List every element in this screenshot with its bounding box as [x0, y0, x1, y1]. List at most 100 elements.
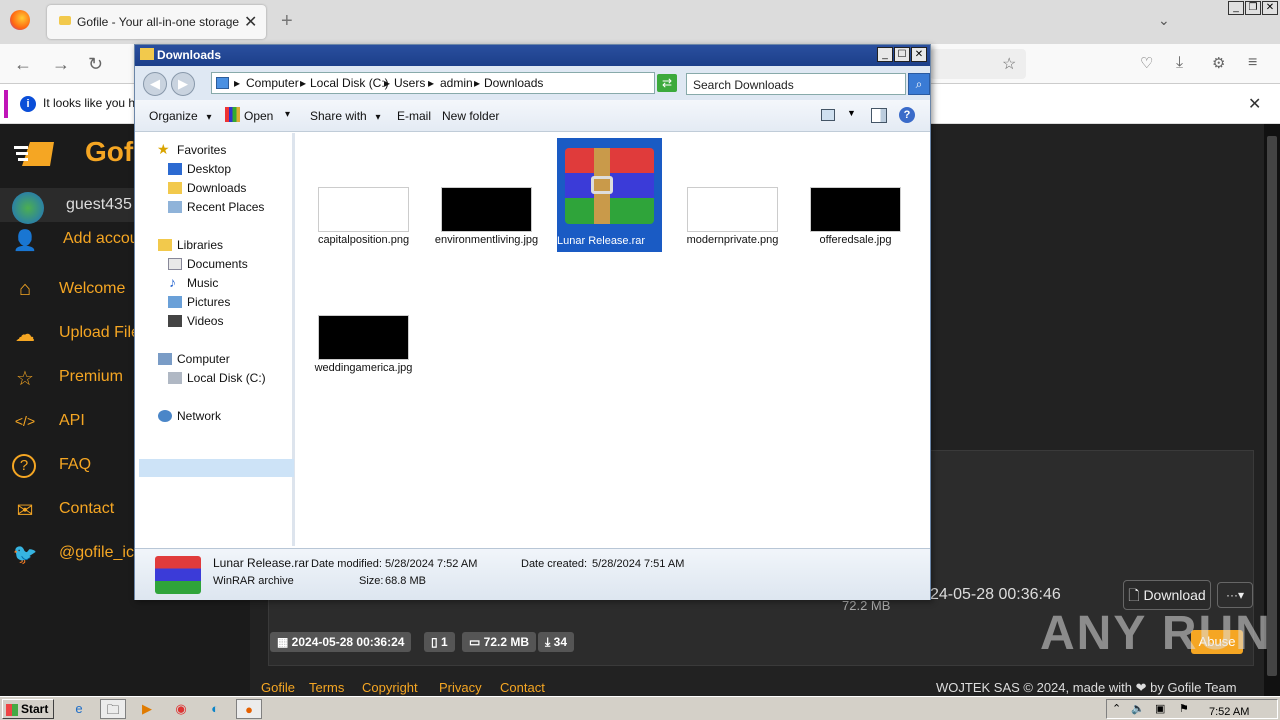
view-dropdown-icon[interactable]: ▼ — [847, 108, 856, 118]
explorer-window: Downloads _ ☐ ✕ ◀ ▶ ▸ Computer ▸ Local D… — [134, 44, 931, 600]
open-button[interactable]: Open — [244, 109, 273, 123]
breadcrumb-separator[interactable]: ▸ — [384, 76, 390, 90]
username: guest435 — [66, 196, 132, 213]
desktop-icon — [168, 163, 182, 175]
open-dropdown-icon[interactable]: ▾ — [285, 109, 290, 120]
command-bar: Organize Open ▾ Share with E-mail New fo… — [135, 100, 930, 132]
folder-icon — [59, 16, 71, 25]
downloads-icon[interactable]: ⤓ — [1176, 54, 1183, 72]
recent-places-icon — [168, 201, 182, 213]
nav-desktop[interactable]: Desktop — [187, 162, 231, 176]
breadcrumb-separator[interactable]: ▸ — [474, 76, 480, 90]
help-icon[interactable]: ? — [899, 107, 915, 123]
maximize-icon[interactable]: ☐ — [894, 47, 910, 62]
breadcrumb-admin[interactable]: admin — [440, 76, 473, 90]
reload-icon[interactable]: ↻ — [88, 54, 103, 75]
breadcrumb-computer[interactable]: Computer — [246, 76, 299, 90]
nav-music[interactable]: Music — [187, 276, 218, 290]
tray-expand-icon[interactable]: ⌃ — [1112, 702, 1121, 715]
forward-button[interactable]: ▶ — [171, 72, 195, 96]
files-count: 1 — [440, 635, 448, 649]
file-name: weddingamerica.jpg — [314, 362, 413, 374]
address-bar[interactable]: ▸ Computer ▸ Local Disk (C:) ▸ Users ▸ a… — [211, 72, 723, 94]
nav-favorites[interactable]: Favorites — [177, 143, 226, 157]
close-icon[interactable]: ✕ — [1262, 1, 1278, 15]
gofile-brand[interactable]: Gofi — [85, 136, 141, 168]
clock[interactable]: 7:52 AM — [1209, 706, 1249, 718]
breadcrumb-users[interactable]: Users — [394, 76, 425, 90]
browser-tab-gofile[interactable]: Gofile - Your all-in-one storage solu ✕ — [47, 5, 266, 39]
footer-link-contact[interactable]: Contact — [500, 680, 545, 695]
media-player-icon[interactable]: ▶ — [134, 699, 160, 719]
footer-link-terms[interactable]: Terms — [309, 680, 344, 695]
file-item[interactable]: offeredsale.jpg — [803, 187, 908, 246]
nav-downloads[interactable]: Downloads — [187, 181, 246, 195]
star-icon: ★ — [157, 141, 170, 157]
file-item[interactable]: capitalposition.png — [311, 187, 416, 246]
email-button[interactable]: E-mail — [397, 109, 431, 123]
minimize-icon[interactable]: _ — [1228, 1, 1244, 15]
breadcrumb-separator[interactable]: ▸ — [234, 76, 240, 90]
volume-icon[interactable]: 🔈 — [1131, 702, 1145, 715]
nav-local-disk[interactable]: Local Disk (C:) — [187, 371, 266, 385]
close-tab-icon[interactable]: ✕ — [244, 12, 257, 32]
file-item-selected[interactable]: Lunar Release.rar — [557, 138, 662, 252]
footer-link-copyright[interactable]: Copyright — [362, 680, 418, 695]
nav-pictures[interactable]: Pictures — [187, 295, 230, 309]
minimize-icon[interactable]: _ — [877, 47, 893, 62]
restore-icon[interactable]: ❐ — [1245, 1, 1261, 15]
preview-pane-icon[interactable] — [871, 108, 887, 123]
new-tab-button[interactable]: + — [281, 10, 293, 33]
nav-documents[interactable]: Documents — [187, 257, 248, 271]
view-icon[interactable] — [821, 109, 835, 121]
ie-icon[interactable]: e — [66, 699, 92, 719]
menu-icon[interactable]: ≡ — [1248, 54, 1257, 72]
list-tabs-icon[interactable]: ⌄ — [1158, 12, 1170, 29]
more-options-button[interactable]: ···▾ — [1217, 582, 1253, 608]
download-icon: ⤓ — [545, 635, 554, 649]
libraries-icon — [158, 239, 172, 251]
share-with-button[interactable]: Share with — [310, 109, 381, 123]
firefox-icon[interactable] — [10, 10, 30, 30]
back-button[interactable]: ◀ — [143, 72, 167, 96]
footer-link-gofile[interactable]: Gofile — [261, 680, 295, 695]
footer-link-privacy[interactable]: Privacy — [439, 680, 482, 695]
nav-computer[interactable]: Computer — [177, 352, 230, 366]
close-icon[interactable]: ✕ — [911, 47, 927, 62]
refresh-button[interactable]: ⇄ — [657, 74, 677, 92]
explorer-taskbar-icon[interactable]: 🗀 — [100, 699, 126, 719]
new-folder-button[interactable]: New folder — [442, 109, 499, 123]
edge-icon[interactable]: ◐ — [202, 699, 228, 719]
search-icon[interactable]: ⌕ — [908, 73, 930, 95]
scrollbar-thumb[interactable] — [1267, 136, 1277, 676]
breadcrumb-downloads[interactable]: Downloads — [484, 76, 543, 90]
extensions-icon[interactable]: ⚙ — [1212, 54, 1225, 72]
start-button[interactable]: Start — [2, 699, 54, 719]
breadcrumb-separator[interactable]: ▸ — [428, 76, 434, 90]
forward-icon[interactable]: → — [52, 54, 70, 75]
breadcrumb-local-disk[interactable]: Local Disk (C:) — [310, 76, 389, 90]
breadcrumb-separator[interactable]: ▸ — [300, 76, 306, 90]
flag-icon[interactable]: ⚑ — [1179, 702, 1189, 715]
firefox-taskbar-icon[interactable]: ● — [236, 699, 262, 719]
back-icon[interactable]: ← — [14, 54, 32, 75]
nav-recent-places[interactable]: Recent Places — [187, 200, 264, 214]
network-tray-icon[interactable]: ▣ — [1155, 702, 1165, 715]
search-input[interactable]: Search Downloads ⌕ — [686, 73, 930, 95]
nav-network[interactable]: Network — [177, 409, 221, 423]
organize-button[interactable]: Organize — [149, 109, 212, 123]
nav-libraries[interactable]: Libraries — [177, 238, 223, 252]
upload-date: 2024-05-28 00:36:24 — [291, 635, 405, 649]
file-item[interactable]: weddingamerica.jpg — [311, 315, 416, 374]
selection-highlight — [139, 459, 294, 477]
pocket-icon[interactable]: ♡ — [1140, 54, 1153, 72]
sidebar-item-label: Upload File — [59, 324, 140, 341]
bookmark-star-icon[interactable]: ☆ — [1002, 54, 1016, 74]
file-item[interactable]: environmentliving.jpg — [434, 187, 539, 246]
nav-videos[interactable]: Videos — [187, 314, 223, 328]
chrome-icon[interactable]: ◉ — [168, 699, 194, 719]
file-item[interactable]: modernprivate.png — [680, 187, 785, 246]
explorer-titlebar[interactable]: Downloads _ ☐ ✕ — [135, 45, 930, 66]
gofile-logo-icon[interactable] — [14, 136, 60, 170]
close-notification-icon[interactable]: ✕ — [1248, 94, 1261, 114]
